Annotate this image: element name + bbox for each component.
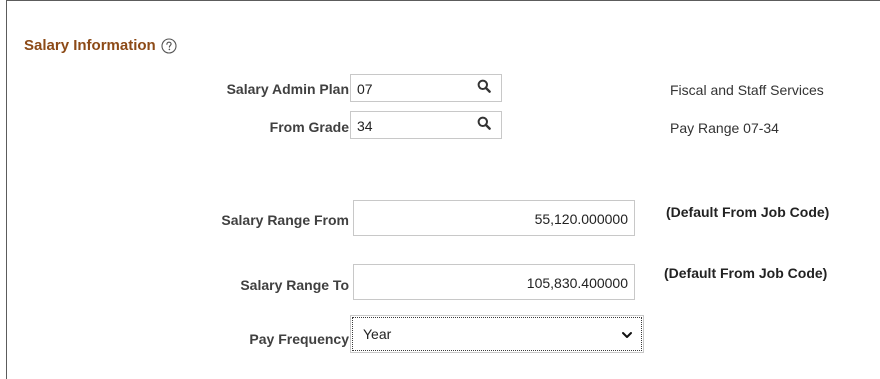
salary-range-from-label: Salary Range From	[221, 212, 349, 228]
section-header: Salary Information	[24, 37, 177, 55]
salary-information-panel: Salary Information Salary Admin Plan 07 …	[6, 0, 880, 379]
section-title: Salary Information	[24, 37, 156, 54]
pay-frequency-select[interactable]: Year	[350, 315, 644, 353]
pay-frequency-value: Year	[363, 326, 392, 342]
salary-range-from-default-note: (Default From Job Code)	[666, 204, 830, 220]
salary-range-to-default-note: (Default From Job Code)	[664, 265, 828, 281]
from-grade-label: From Grade	[269, 119, 349, 135]
help-circle-icon[interactable]	[161, 38, 177, 54]
salary-admin-plan-label: Salary Admin Plan	[226, 81, 349, 97]
search-icon[interactable]	[477, 79, 491, 93]
salary-range-to-value: 105,830.400000	[526, 275, 628, 291]
salary-range-from-value: 55,120.000000	[534, 211, 628, 227]
salary-range-to-label: Salary Range To	[240, 277, 349, 293]
chevron-down-icon	[622, 332, 632, 338]
from-grade-input[interactable]: 34	[350, 111, 502, 139]
salary-admin-plan-value: 07	[357, 81, 373, 97]
pay-frequency-label: Pay Frequency	[249, 331, 349, 347]
salary-range-from-input[interactable]: 55,120.000000	[353, 200, 635, 236]
salary-admin-plan-input[interactable]: 07	[350, 74, 502, 102]
from-grade-description: Pay Range 07-34	[670, 120, 779, 136]
salary-admin-plan-description: Fiscal and Staff Services	[670, 82, 824, 98]
salary-range-to-input[interactable]: 105,830.400000	[353, 264, 635, 300]
search-icon[interactable]	[477, 116, 491, 130]
pay-frequency-focus-ring: Year	[352, 317, 642, 351]
from-grade-value: 34	[357, 118, 373, 134]
